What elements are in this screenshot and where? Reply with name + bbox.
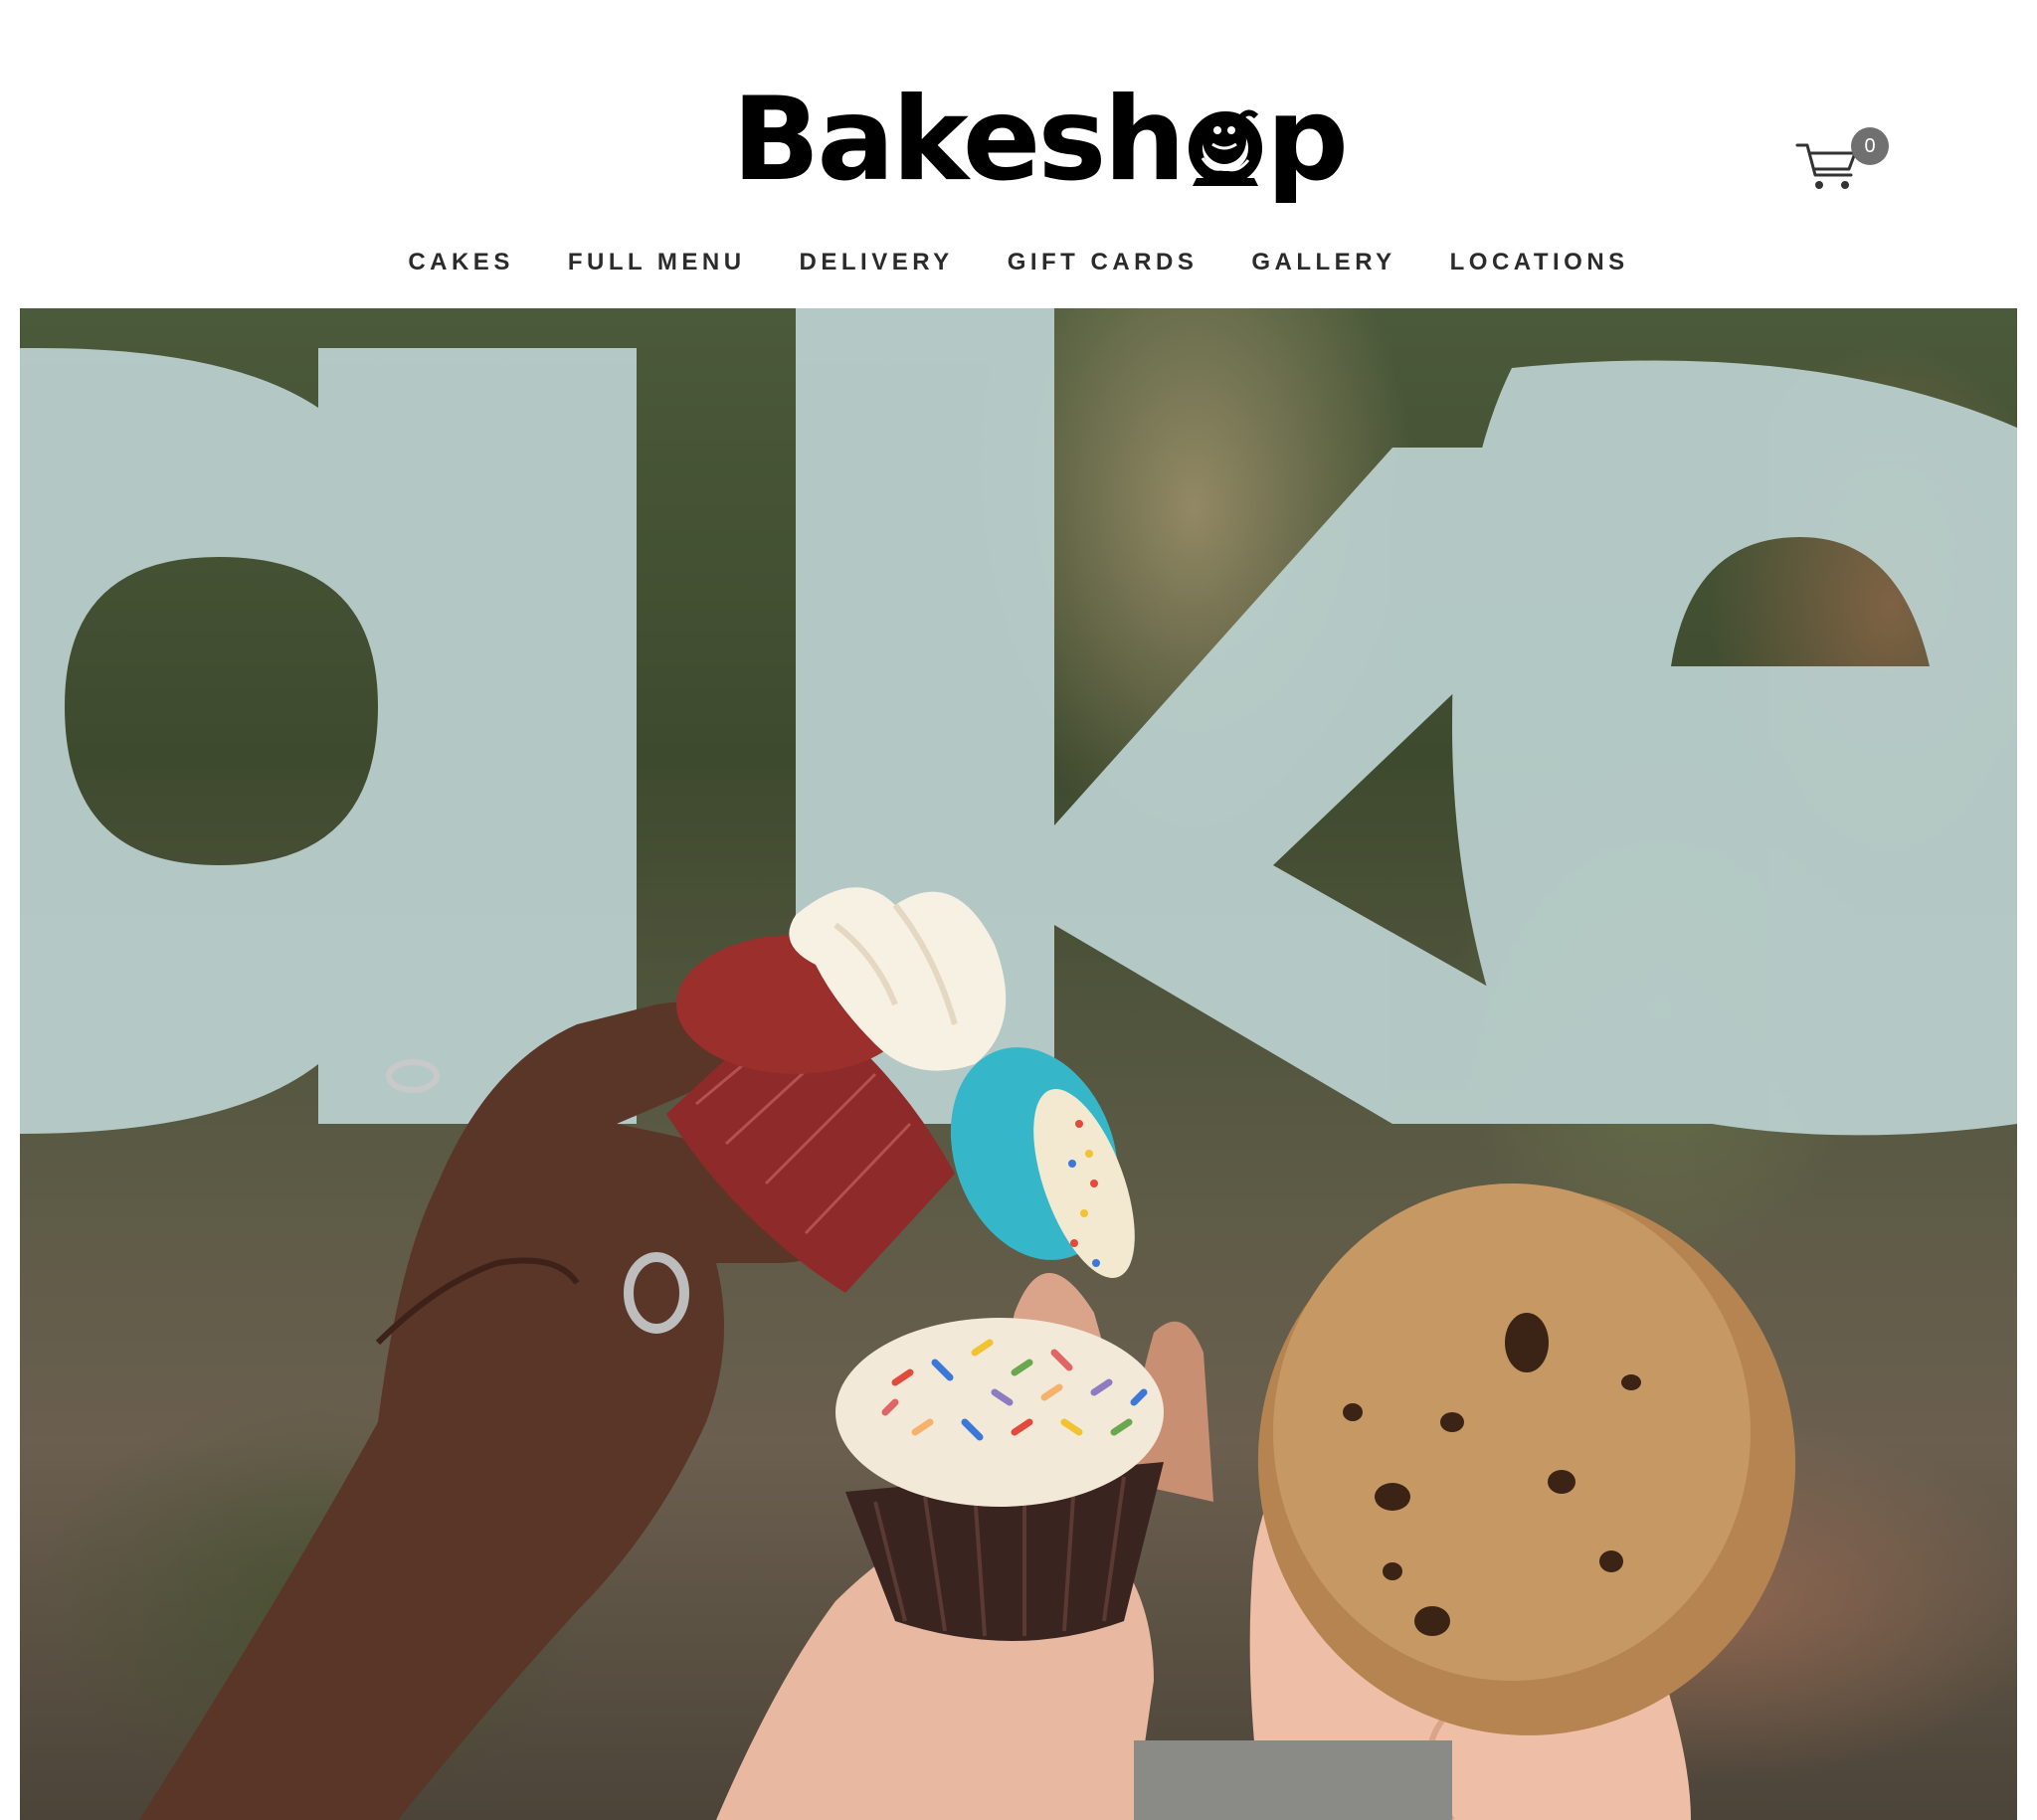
hands-with-treats-illustration — [139, 887, 1796, 1820]
nav-item-locations[interactable]: LOCATIONS — [1423, 245, 1656, 280]
logo-wordmark-right: p — [1266, 73, 1350, 207]
cart-button[interactable]: 0 — [1795, 127, 1889, 197]
shopping-cart-icon — [1795, 143, 1857, 189]
nav-item-cakes[interactable]: CAKES — [381, 245, 541, 280]
nav-item-delivery[interactable]: DELIVERY — [773, 245, 981, 280]
page: Bakesh p 0 CAKES FULL MENU DELIVERY GIFT… — [0, 0, 2037, 1820]
main-nav: CAKES FULL MENU DELIVERY GIFT CARDS GALL… — [0, 245, 2037, 280]
nav-item-full-menu[interactable]: FULL MENU — [541, 245, 773, 280]
site-logo[interactable]: Bakesh p — [732, 76, 1349, 205]
gorilla-mascot-icon — [1183, 79, 1268, 203]
nav-item-gift-cards[interactable]: GIFT CARDS — [981, 245, 1225, 280]
site-header: Bakesh p 0 CAKES FULL MENU DELIVERY GIFT… — [0, 0, 2037, 308]
nav-item-gallery[interactable]: GALLERY — [1224, 245, 1422, 280]
hero-image — [20, 308, 2017, 1820]
cart-count-badge: 0 — [1851, 127, 1889, 165]
logo-wordmark-left: Bakesh — [732, 73, 1186, 207]
